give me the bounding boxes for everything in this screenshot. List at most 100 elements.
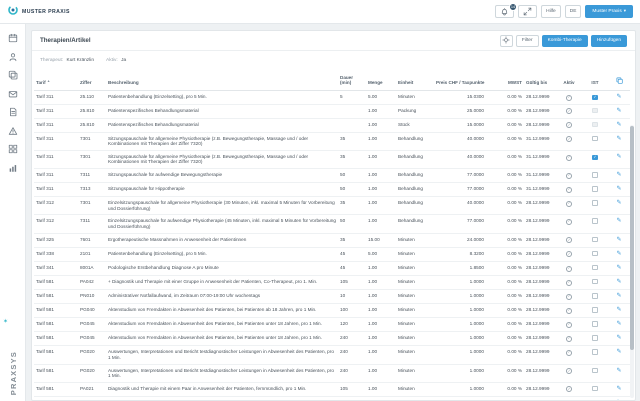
- ist-checkbox[interactable]: [592, 321, 598, 327]
- col-beschreibung[interactable]: Beschreibung: [106, 69, 338, 91]
- edit-icon[interactable]: ✎: [616, 265, 621, 271]
- edit-icon[interactable]: ✎: [616, 172, 621, 178]
- edit-icon[interactable]: ✎: [616, 136, 621, 142]
- col-menge[interactable]: Menge: [366, 69, 396, 91]
- table-row[interactable]: Tarif 311 25.110 Patientenbehandlung (Ei…: [34, 90, 630, 105]
- warning-icon[interactable]: [4, 122, 22, 141]
- table-row[interactable]: Tarif 581 PN010 Administrativer Notfalla…: [34, 289, 630, 305]
- ist-checkbox[interactable]: [592, 264, 598, 271]
- edit-icon[interactable]: ✎: [616, 368, 621, 374]
- chart-icon[interactable]: [4, 159, 22, 178]
- hinzufuegen-button[interactable]: Hinzufügen: [590, 34, 627, 47]
- settings-button[interactable]: [499, 34, 513, 47]
- table-row[interactable]: Tarif 312 7301 Einzelsitzungspauschale f…: [34, 196, 630, 216]
- table-row[interactable]: Tarif 325 7601 Ergotherapeutische Massna…: [34, 233, 630, 248]
- cell-einheit: Minuten: [396, 345, 434, 365]
- edit-icon[interactable]: ✎: [616, 321, 621, 327]
- table-row[interactable]: Tarif 338 2101 Patientenbehandlung (Einz…: [34, 247, 630, 262]
- edit-icon[interactable]: ✎: [616, 307, 621, 313]
- table-row[interactable]: Tarif 581 PG020 Auswertungen, Interpreta…: [34, 345, 630, 365]
- edit-icon[interactable]: ✎: [616, 237, 621, 243]
- copy-icon[interactable]: [4, 66, 22, 85]
- table-row[interactable]: Tarif 311 7301 Sitzungspauschale für all…: [34, 132, 630, 151]
- edit-icon[interactable]: ✎: [616, 200, 621, 206]
- ist-checkbox[interactable]: [592, 335, 598, 341]
- ist-checkbox[interactable]: ✓: [592, 94, 598, 101]
- ist-checkbox[interactable]: [592, 367, 598, 374]
- praxis-menu-button[interactable]: Muster Praxis ▾: [585, 5, 633, 18]
- ist-checkbox[interactable]: [592, 200, 598, 206]
- col-gueltig-bis[interactable]: Gültig bis: [524, 69, 556, 91]
- gear-icon: [502, 35, 510, 46]
- edit-icon[interactable]: ✎: [616, 251, 621, 257]
- table-row[interactable]: Tarif 311 7313 Sitzungspauschale für Hip…: [34, 182, 630, 198]
- edit-icon[interactable]: ✎: [616, 218, 621, 224]
- table-row[interactable]: Tarif 311 7301 Sitzungspauschale für all…: [34, 150, 630, 170]
- table-row[interactable]: Tarif 581 PG045 Aktenstudium von Fremdak…: [34, 317, 630, 333]
- col-mwst[interactable]: MWST: [486, 69, 524, 91]
- fullscreen-button[interactable]: [518, 5, 538, 18]
- notifications-button[interactable]: 14: [495, 3, 518, 18]
- edit-icon[interactable]: ✎: [616, 279, 621, 285]
- calendar-icon[interactable]: [4, 29, 22, 48]
- table-row[interactable]: Tarif 311 7311 Sitzungspauschale für auf…: [34, 168, 630, 184]
- table-row[interactable]: Tarif 581 PA021 Diagnostik und Therapie …: [34, 382, 630, 397]
- ist-checkbox[interactable]: [592, 349, 598, 355]
- edit-icon[interactable]: ✎: [616, 154, 621, 160]
- ist-checkbox[interactable]: [592, 172, 598, 178]
- ist-checkbox[interactable]: [592, 250, 598, 257]
- cell-menge: 1.00: [366, 289, 396, 305]
- language-button[interactable]: DE: [564, 5, 582, 18]
- document-icon[interactable]: [4, 103, 22, 122]
- cell-dauer: 240: [338, 345, 366, 365]
- table-row[interactable]: Tarif 581 PG020 Auswertungen, Interpreta…: [34, 364, 630, 383]
- table-scrollbar[interactable]: [630, 125, 634, 398]
- table-row[interactable]: Tarif 581 PG045 Aktenstudium von Fremdak…: [34, 331, 630, 347]
- edit-icon[interactable]: ✎: [616, 186, 621, 192]
- ist-checkbox[interactable]: [592, 278, 598, 285]
- ist-checkbox[interactable]: [592, 293, 598, 299]
- table-row[interactable]: Tarif 581 PA020 Diagnostik und Therapie …: [34, 396, 630, 400]
- col-tarif[interactable]: Tarif ▲: [34, 69, 78, 91]
- col-copy[interactable]: [608, 69, 630, 91]
- ist-checkbox[interactable]: [592, 135, 598, 142]
- ist-checkbox[interactable]: [592, 307, 598, 313]
- table-row[interactable]: Tarif 311 25.810 Patientenspezifisches B…: [34, 104, 630, 119]
- grid-icon[interactable]: [4, 140, 22, 159]
- table-row[interactable]: Tarif 581 PA042 + Diagnostik und Therapi…: [34, 275, 630, 291]
- kombi-therapie-button[interactable]: Kombi-Therapie: [541, 34, 588, 47]
- edit-icon[interactable]: ✎: [616, 108, 621, 114]
- ist-checkbox[interactable]: [592, 218, 598, 224]
- scrollbar-thumb[interactable]: [630, 126, 634, 350]
- ist-checkbox[interactable]: [592, 121, 598, 128]
- cell-mwst: 0.00 %: [486, 261, 524, 276]
- edit-icon[interactable]: ✎: [616, 122, 621, 128]
- col-aktiv[interactable]: Aktiv: [556, 69, 582, 91]
- ist-checkbox[interactable]: [592, 236, 598, 243]
- edit-icon[interactable]: ✎: [616, 293, 621, 299]
- edit-icon[interactable]: ✎: [616, 349, 621, 355]
- ist-checkbox[interactable]: ✓: [592, 154, 598, 161]
- ist-checkbox[interactable]: [592, 107, 598, 114]
- col-ist[interactable]: IST: [582, 69, 608, 91]
- table-row[interactable]: Tarif 341 8001A Podologische Erstbehandl…: [34, 261, 630, 276]
- col-ziffer[interactable]: Ziffer: [78, 69, 106, 91]
- edit-icon[interactable]: ✎: [616, 335, 621, 341]
- edit-icon[interactable]: ✎: [616, 94, 621, 100]
- user-icon[interactable]: [4, 48, 22, 67]
- col-einheit[interactable]: Einheit: [396, 69, 434, 91]
- table-row[interactable]: Tarif 581 PG040 Aktenstudium von Fremdak…: [34, 303, 630, 319]
- col-preis[interactable]: Preis CHF / Taxpunkte: [434, 69, 486, 91]
- col-dauer[interactable]: Dauer (min): [338, 69, 366, 91]
- filter-button[interactable]: Filter: [515, 34, 539, 47]
- table-row[interactable]: Tarif 311 25.810 Patientenspezifisches B…: [34, 118, 630, 133]
- ist-checkbox[interactable]: [592, 186, 598, 192]
- edit-icon[interactable]: ✎: [616, 386, 621, 392]
- ist-checkbox[interactable]: [592, 385, 598, 392]
- table-row[interactable]: Tarif 312 7311 Einzelsitzungspauschale f…: [34, 214, 630, 234]
- cell-tarif: Tarif 312: [34, 214, 78, 234]
- mail-icon[interactable]: [4, 85, 22, 104]
- cell-beschreibung: Patientenbehandlung (Einzelsetting), pro…: [106, 90, 338, 105]
- cell-mwst: 0.00 %: [486, 317, 524, 333]
- help-button[interactable]: Hilfe: [541, 5, 561, 18]
